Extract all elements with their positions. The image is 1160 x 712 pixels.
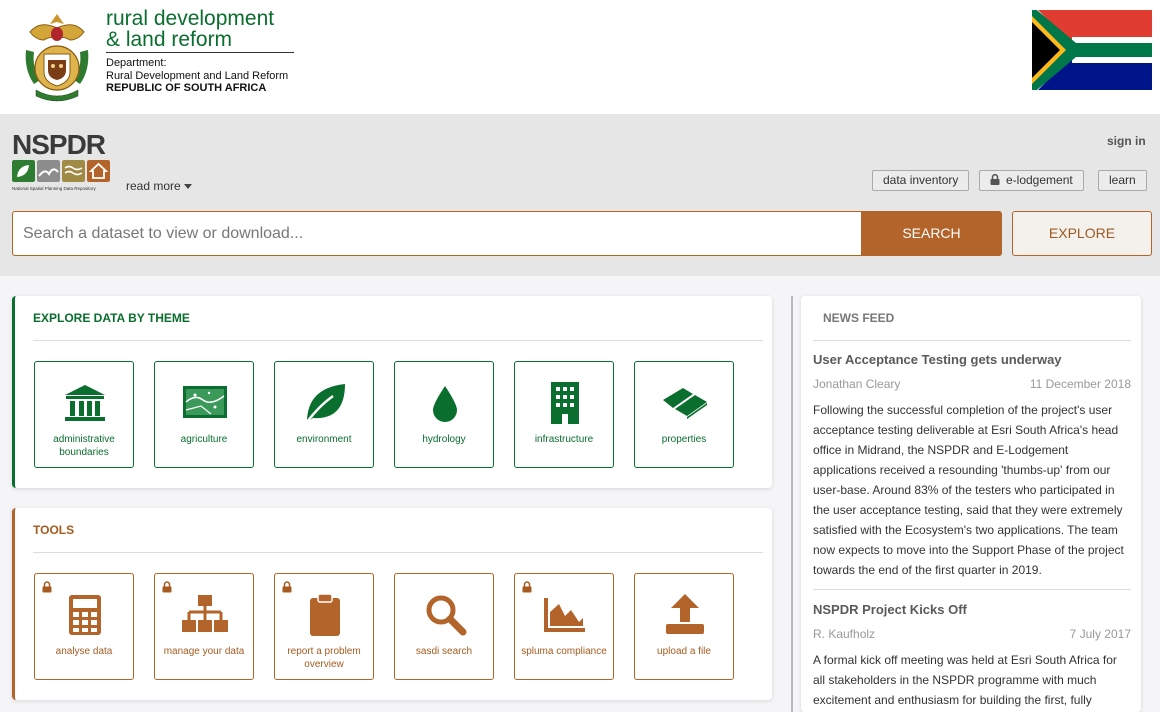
department-name: rural development & land reform — [106, 8, 274, 50]
republic-label: REPUBLIC OF SOUTH AFRICA — [106, 82, 267, 94]
sitemap-icon — [182, 595, 228, 632]
bank-icon — [65, 385, 105, 421]
department-name-line2: & land reform — [106, 28, 233, 51]
tool-card-sasdi-search[interactable]: sasdi search — [394, 573, 494, 680]
search-icon — [426, 595, 467, 636]
nspdr-caption: National Spatial Planning Data Repositor… — [12, 186, 96, 191]
area-chart-icon — [544, 598, 585, 632]
dataset-search-input[interactable] — [12, 211, 862, 256]
theme-label: infrastructure — [534, 434, 594, 445]
explore-button[interactable]: EXPLORE — [1012, 211, 1152, 256]
panel-divider — [33, 552, 763, 553]
logo-tile-terrain-icon — [37, 160, 60, 182]
theme-card-environment[interactable]: environment — [274, 361, 374, 468]
news-date: 7 July 2017 — [1069, 627, 1131, 641]
department-subtitle: Department: Rural Development and Land R… — [106, 57, 288, 95]
news-separator — [813, 589, 1131, 590]
lock-icon — [522, 581, 532, 593]
news-body: Following the successful completion of t… — [813, 403, 1124, 577]
department-label: Department: — [106, 57, 167, 69]
tool-label: upload a file — [657, 646, 711, 657]
theme-label: administrative boundaries — [53, 434, 115, 458]
news-date: 11 December 2018 — [1029, 377, 1131, 391]
caret-down-icon — [183, 184, 192, 189]
map-icon — [183, 386, 227, 418]
news-meta: R. Kaufholz 7 July 2017 — [813, 627, 1131, 641]
lock-icon — [282, 581, 292, 593]
tool-label: manage your data — [163, 646, 245, 657]
tool-label: analyse data — [55, 646, 113, 657]
news-meta: Jonathan Cleary 11 December 2018 — [813, 377, 1131, 391]
sign-in-link[interactable]: sign in — [1107, 134, 1146, 148]
logo-tile-leaf-icon — [12, 160, 35, 182]
e-lodgement-button[interactable]: e-lodgement — [979, 170, 1084, 191]
explore-theme-title: EXPLORE DATA BY THEME — [33, 311, 190, 325]
water-drop-icon — [433, 386, 457, 422]
clipboard-icon — [310, 593, 340, 636]
tool-card-analyse-data[interactable]: analyse data — [34, 573, 134, 680]
tool-label: report a problem overview — [287, 646, 361, 670]
read-more-link[interactable]: read more — [126, 179, 192, 193]
upload-icon — [666, 594, 704, 634]
news-body: A formal kick off meeting was held at Es… — [813, 653, 1117, 707]
column-divider — [791, 296, 793, 712]
calculator-icon — [69, 595, 101, 635]
tool-card-report-a-problem[interactable]: report a problem overview — [274, 573, 374, 680]
news-author: R. Kaufholz — [813, 627, 876, 641]
department-fullname: Rural Development and Land Reform — [106, 69, 289, 82]
department-name-line1: rural development — [106, 7, 275, 30]
building-icon — [551, 382, 579, 424]
tool-label: sasdi search — [415, 646, 473, 657]
tools-panel: TOOLS analyse data manage your data repo… — [12, 508, 772, 700]
news-feed-title: NEWS FEED — [823, 311, 895, 325]
news-feed-panel: NEWS FEED User Acceptance Testing gets u… — [801, 296, 1141, 712]
theme-card-properties[interactable]: properties — [634, 361, 734, 468]
south-africa-flag-icon — [1032, 10, 1152, 90]
leaf-icon — [306, 384, 345, 423]
tool-label: spluma compliance — [521, 646, 607, 657]
theme-card-agriculture[interactable]: agriculture — [154, 361, 254, 468]
news-article: User Acceptance Testing gets underway Jo… — [813, 352, 1131, 590]
read-more-label: read more — [126, 179, 181, 193]
tool-card-upload-a-file[interactable]: upload a file — [634, 573, 734, 680]
panel-divider — [33, 340, 763, 341]
nspdr-logo-text[interactable]: NSPDR — [12, 131, 106, 159]
logo-tile-house-icon — [87, 160, 110, 182]
news-headline[interactable]: User Acceptance Testing gets underway — [813, 352, 1131, 367]
coat-of-arms-icon — [25, 14, 89, 102]
lock-icon — [990, 174, 1000, 185]
news-headline[interactable]: NSPDR Project Kicks Off — [813, 602, 1131, 617]
explore-theme-panel: EXPLORE DATA BY THEME administrative bou… — [12, 296, 772, 488]
lock-icon — [42, 581, 52, 593]
tool-card-spluma-compliance[interactable]: spluma compliance — [514, 573, 614, 680]
theme-card-hydrology[interactable]: hydrology — [394, 361, 494, 468]
theme-label: environment — [296, 434, 352, 445]
theme-card-administrative-boundaries[interactable]: administrative boundaries — [34, 361, 134, 468]
theme-label: properties — [661, 434, 707, 445]
nspdr-logo-tiles — [12, 160, 110, 182]
data-inventory-button[interactable]: data inventory — [872, 170, 970, 191]
news-article: NSPDR Project Kicks Off R. Kaufholz 7 Ju… — [813, 602, 1131, 710]
news-author: Jonathan Cleary — [813, 377, 901, 391]
theme-card-infrastructure[interactable]: infrastructure — [514, 361, 614, 468]
lock-icon — [162, 581, 172, 593]
land-parcel-icon — [663, 388, 707, 419]
e-lodgement-label: e-lodgement — [1006, 173, 1073, 187]
search-button[interactable]: SEARCH — [861, 211, 1002, 256]
theme-label: hydrology — [422, 434, 466, 445]
tool-card-manage-your-data[interactable]: manage your data — [154, 573, 254, 680]
learn-button[interactable]: learn — [1098, 170, 1147, 191]
site-header: rural development & land reform Departme… — [0, 0, 1160, 114]
panel-divider — [813, 340, 1131, 341]
page: rural development & land reform Departme… — [0, 0, 1160, 712]
logo-tile-water-icon — [62, 160, 85, 182]
department-divider — [106, 52, 294, 53]
theme-label: agriculture — [180, 434, 228, 445]
tools-title: TOOLS — [33, 523, 75, 537]
